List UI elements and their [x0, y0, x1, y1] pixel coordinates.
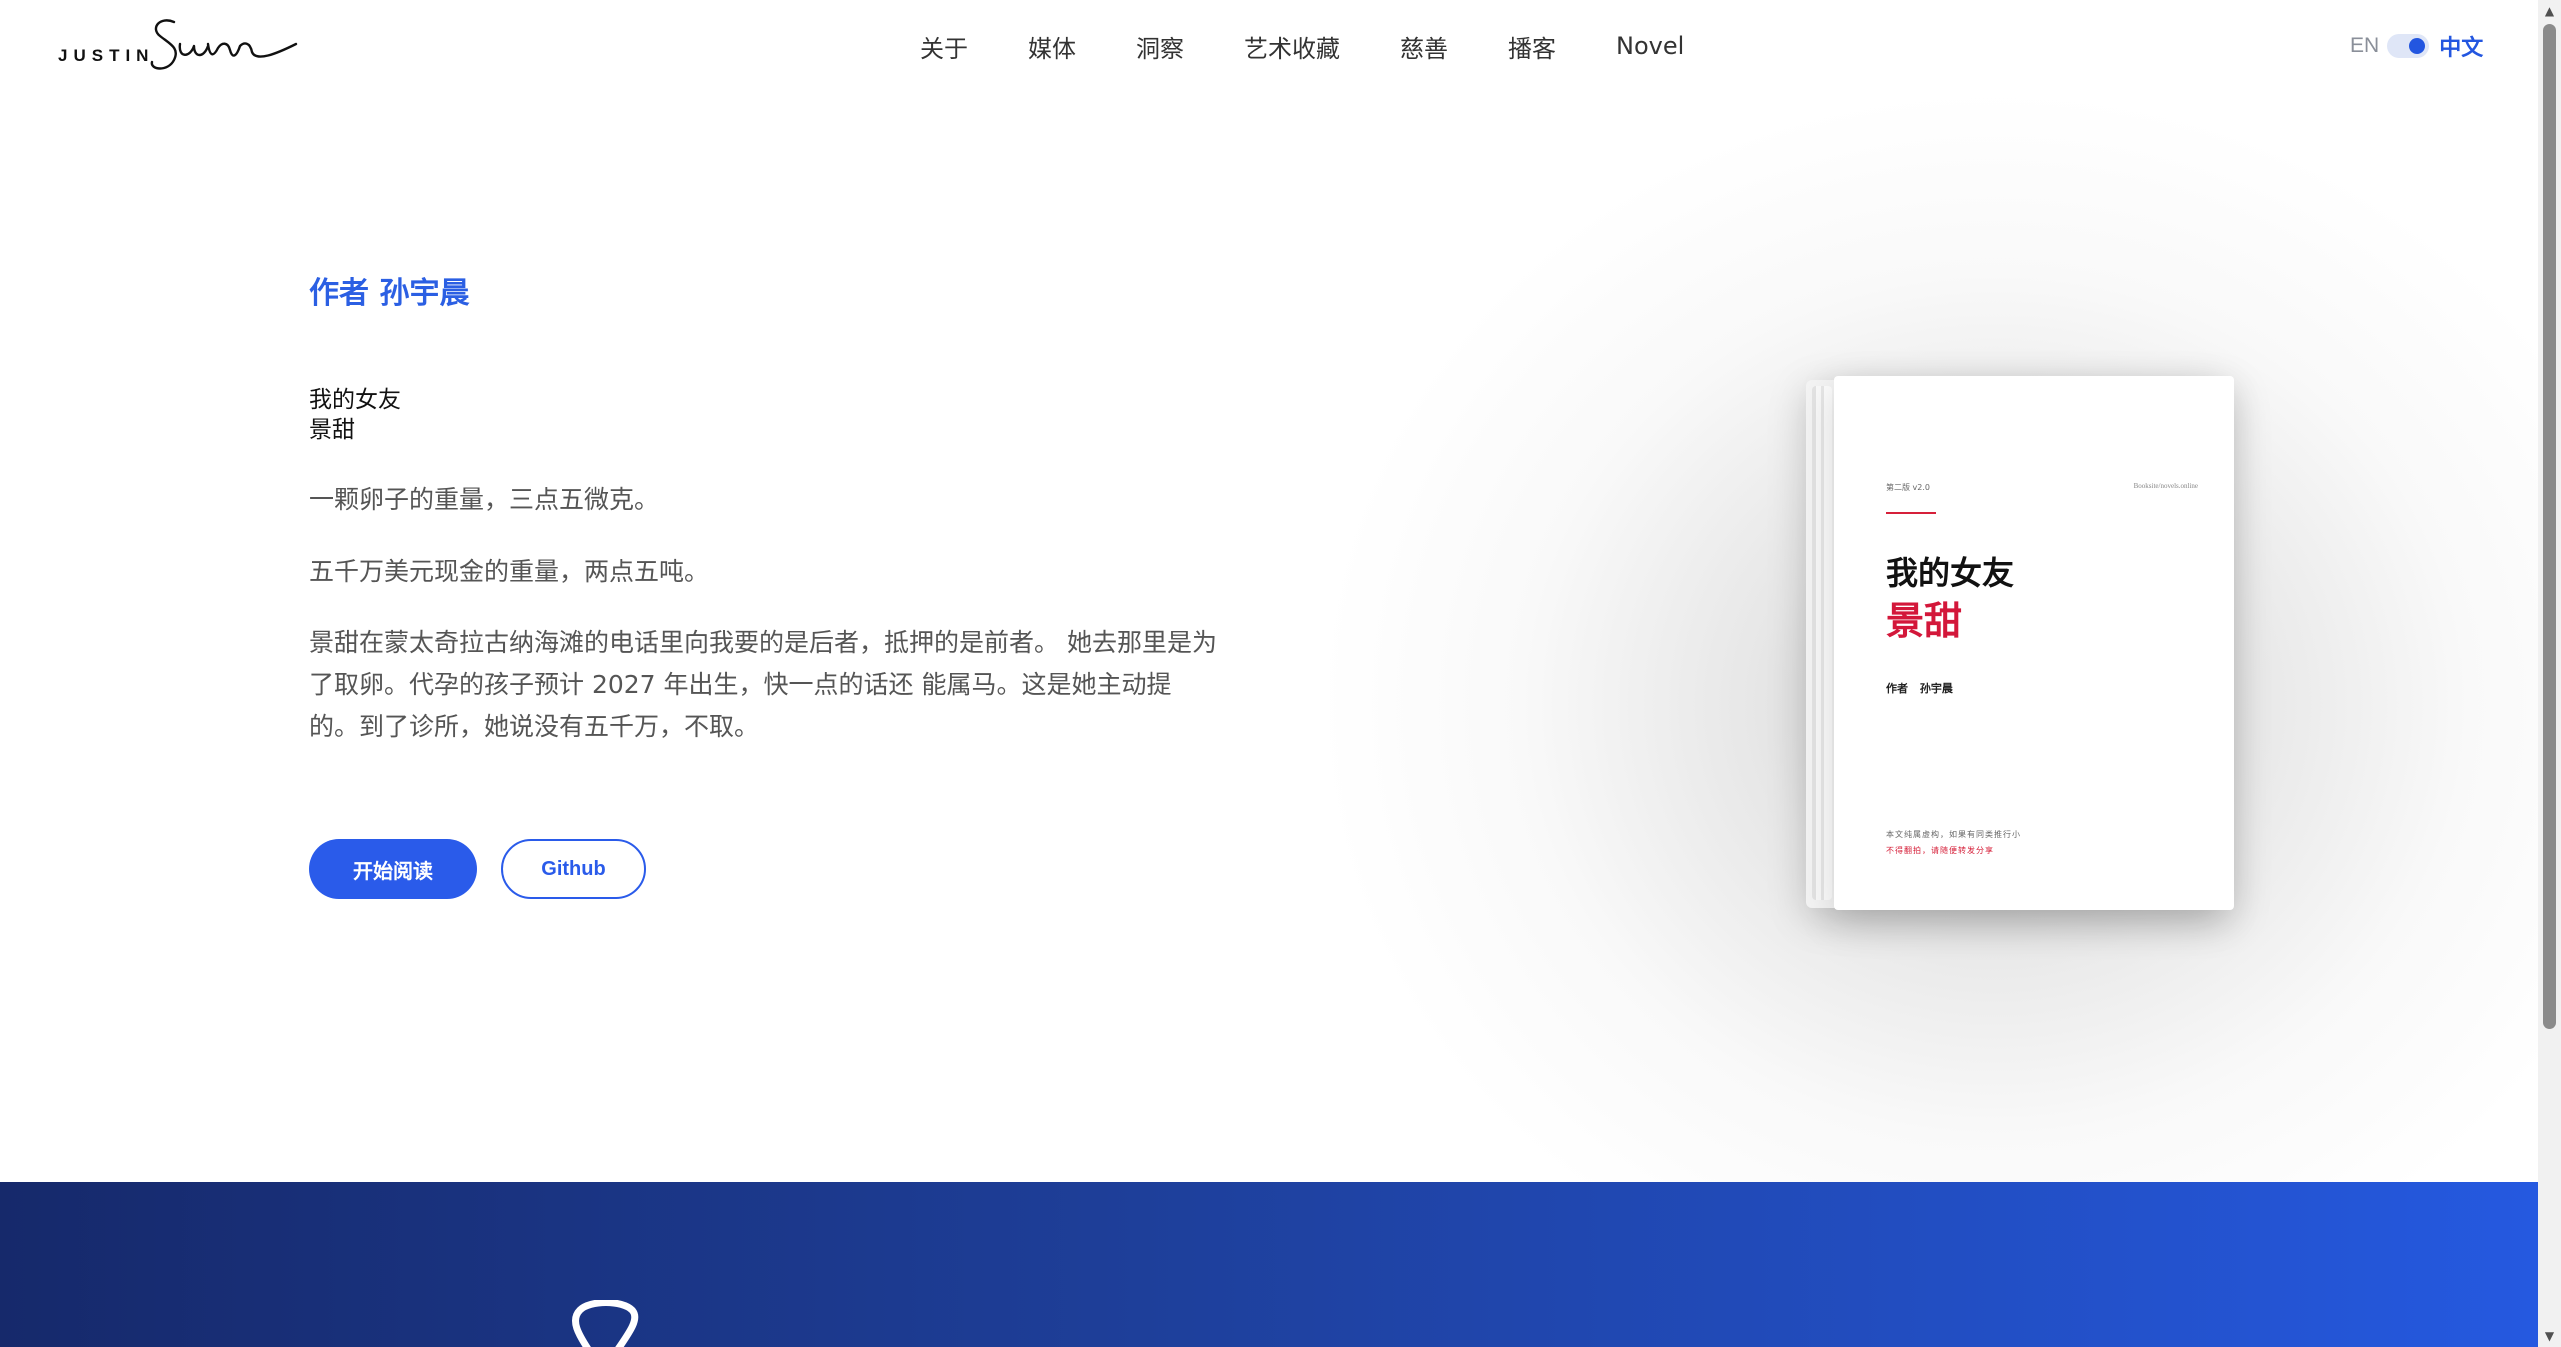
logo-text: JUSTIN	[58, 46, 155, 65]
nav-item-art-collection[interactable]: 艺术收藏	[1244, 29, 1340, 64]
book-cover: 第二版 v2.0 Booksite/novels.online 我的女友 景甜 …	[1834, 376, 2234, 910]
cover-site: Booksite/novels.online	[2133, 482, 2198, 490]
language-toggle[interactable]	[2387, 34, 2430, 58]
nav-item-media[interactable]: 媒体	[1028, 29, 1076, 64]
book-title-line1: 我的女友	[309, 387, 401, 413]
nav-item-charity[interactable]: 慈善	[1400, 29, 1448, 64]
toggle-knob	[2409, 38, 2426, 54]
cover-edition: 第二版 v2.0	[1886, 483, 1930, 492]
language-switcher: EN 中文	[2350, 30, 2483, 62]
cover-title-line1: 我的女友	[1886, 554, 2015, 592]
nav-item-insights[interactable]: 洞察	[1136, 29, 1184, 64]
nav-item-about[interactable]: 关于	[920, 29, 968, 64]
main-nav: 关于 媒体 洞察 艺术收藏 慈善 播客 Novel	[920, 26, 1684, 66]
scroll-up-arrow-icon[interactable]: ▲	[2538, 0, 2561, 22]
book-title: 我的女友 景甜	[309, 385, 401, 445]
book-cover-mockup[interactable]: 第二版 v2.0 Booksite/novels.online 我的女友 景甜 …	[1806, 376, 2234, 910]
cover-note-2: 不得翻拍，请随便转发分享	[1886, 846, 1994, 855]
intro-paragraph-2: 五千万美元现金的重量，两点五吨。	[309, 557, 710, 586]
footer-logo-icon	[572, 1300, 639, 1347]
nav-item-podcast[interactable]: 播客	[1508, 29, 1556, 64]
cover-author: 作者 孙宇晨	[1886, 682, 1953, 695]
lang-en-label[interactable]: EN	[2350, 34, 2379, 58]
cover-title-line2: 景甜	[1886, 599, 1963, 643]
page: JUSTIN 关于 媒体 洞察 艺术收藏 慈善 播客 Novel EN 中文 作…	[0, 0, 2561, 1347]
github-button[interactable]: Github	[501, 839, 646, 899]
nav-item-novel[interactable]: Novel	[1616, 32, 1684, 60]
signature-logo-icon	[150, 19, 298, 70]
start-reading-button[interactable]: 开始阅读	[309, 839, 477, 899]
vertical-scrollbar[interactable]: ▲ ▼	[2538, 0, 2561, 1347]
scroll-down-arrow-icon[interactable]: ▼	[2538, 1325, 2561, 1347]
intro-paragraph-1: 一颗卵子的重量，三点五微克。	[309, 485, 660, 514]
cover-note-1: 本文纯属虚构，如果有同类推行小	[1886, 830, 2021, 839]
scrollbar-thumb[interactable]	[2543, 24, 2556, 1029]
footer-band	[0, 1182, 2538, 1347]
book-page-edges	[1812, 386, 1832, 900]
book-title-line2: 景甜	[309, 417, 355, 443]
logo[interactable]: JUSTIN	[58, 14, 308, 76]
author-heading: 作者 孙宇晨	[309, 276, 470, 311]
lang-zh-label[interactable]: 中文	[2439, 30, 2483, 62]
site-header: JUSTIN 关于 媒体 洞察 艺术收藏 慈善 播客 Novel EN 中文	[0, 0, 2538, 92]
cover-red-rule	[1886, 512, 1936, 514]
intro-paragraph-3: 景甜在蒙太奇拉古纳海滩的电话里向我要的是后者，抵押的是前者。 她去那里是为了取卵…	[309, 628, 1217, 741]
